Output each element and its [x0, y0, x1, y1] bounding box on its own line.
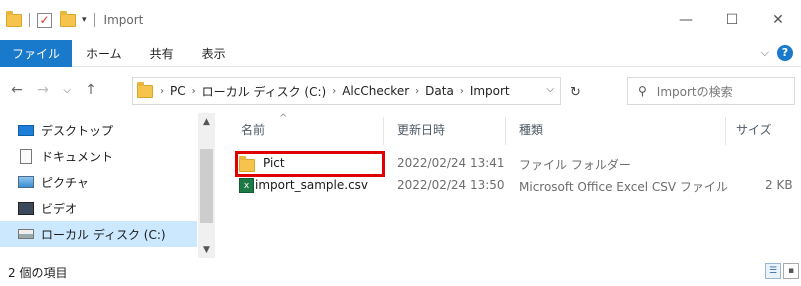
search-box[interactable]: ⚲ Importの検索	[627, 77, 795, 105]
file-list: ^ 名前 更新日時 種類 サイズ Pict 2022/02/24 13:41 フ…	[215, 113, 801, 258]
refresh-icon[interactable]: ↻	[570, 85, 581, 100]
folder-icon	[137, 81, 153, 98]
help-icon[interactable]: ?	[777, 45, 793, 61]
column-header-name[interactable]: 名前	[241, 121, 265, 138]
sidebar-item-local-disk[interactable]: ローカル ディスク (C:)	[0, 221, 197, 247]
navigation-row: ← → ⌵ ↑ › PC › ローカル ディスク (C:) › AlcCheck…	[0, 67, 801, 113]
folder-icon	[6, 10, 22, 27]
expand-ribbon-chevron-icon[interactable]: ⌵	[761, 46, 769, 60]
file-modified: 2022/02/24 13:50	[397, 178, 505, 192]
sidebar-item-desktop[interactable]: デスクトップ	[0, 117, 197, 143]
navigation-scrollbar[interactable]: ▲ ▼	[198, 113, 215, 258]
chevron-right-icon[interactable]: ›	[460, 86, 464, 97]
address-bar[interactable]: › PC › ローカル ディスク (C:) › AlcChecker › Dat…	[132, 77, 561, 105]
sort-ascending-icon: ^	[279, 113, 288, 124]
file-modified: 2022/02/24 13:41	[397, 156, 505, 170]
ribbon-menu: ファイル ホーム 共有 表示 ⌵ ?	[0, 39, 801, 67]
window-controls: — ☐ ✕	[663, 0, 801, 40]
column-header-modified[interactable]: 更新日時	[397, 121, 445, 138]
breadcrumb-import[interactable]: Import	[470, 84, 510, 98]
file-type: ファイル フォルダー	[519, 158, 631, 172]
excel-csv-icon: x	[239, 178, 254, 193]
navigation-pane: デスクトップ ドキュメント ピクチャ ビデオ ローカル ディスク (C:) ▲ …	[0, 113, 215, 258]
maximize-button[interactable]: ☐	[709, 0, 755, 40]
desktop-icon	[18, 124, 34, 136]
title-bar: ✓ ▾ Import — ☐ ✕	[0, 0, 801, 40]
sidebar-item-label: ドキュメント	[41, 149, 114, 164]
ribbon-right-controls: ⌵ ?	[761, 45, 793, 61]
close-button[interactable]: ✕	[755, 0, 801, 40]
search-placeholder: Importの検索	[656, 84, 733, 99]
video-icon	[18, 201, 34, 215]
breadcrumb-data[interactable]: Data	[425, 84, 454, 98]
divider	[93, 13, 95, 27]
details-view-icon[interactable]: ☰	[765, 263, 781, 279]
scroll-up-icon[interactable]: ▲	[198, 117, 215, 127]
customize-toolbar-dropdown-icon[interactable]: ▾	[82, 15, 87, 25]
status-bar: 2 個の項目 ☰ ▪	[0, 258, 801, 286]
breadcrumb-local-disk[interactable]: ローカル ディスク (C:)	[202, 83, 327, 100]
column-divider[interactable]	[505, 117, 506, 145]
scrollbar-thumb[interactable]	[200, 149, 213, 223]
sidebar-item-videos[interactable]: ビデオ	[0, 195, 197, 221]
sidebar-item-label: デスクトップ	[41, 123, 114, 138]
sidebar-item-label: ローカル ディスク (C:)	[41, 227, 166, 242]
address-dropdown-icon[interactable]: ⌵	[546, 84, 554, 95]
column-header-type[interactable]: 種類	[519, 121, 543, 138]
sidebar-item-pictures[interactable]: ピクチャ	[0, 169, 197, 195]
column-header-size[interactable]: サイズ	[736, 121, 772, 138]
divider	[29, 13, 30, 27]
new-folder-icon[interactable]	[60, 10, 76, 27]
minimize-button[interactable]: —	[663, 0, 709, 40]
sidebar-item-documents[interactable]: ドキュメント	[0, 143, 197, 169]
file-size: 2 KB	[765, 178, 793, 192]
large-icons-view-icon[interactable]: ▪	[783, 263, 799, 279]
pictures-icon	[18, 176, 34, 188]
scroll-down-icon[interactable]: ▼	[198, 245, 215, 255]
tab-view[interactable]: 表示	[188, 45, 240, 62]
drive-icon	[18, 229, 34, 239]
chevron-right-icon[interactable]: ›	[332, 86, 336, 97]
view-switcher: ☰ ▪	[765, 263, 799, 279]
column-divider[interactable]	[725, 117, 726, 145]
window-title: Import	[103, 13, 144, 27]
properties-check-icon[interactable]: ✓	[37, 12, 52, 28]
back-arrow-icon[interactable]: ←	[6, 82, 28, 98]
forward-arrow-icon[interactable]: →	[32, 82, 54, 98]
chevron-right-icon[interactable]: ›	[415, 86, 419, 97]
column-divider[interactable]	[383, 117, 384, 145]
annotation-highlight-box	[235, 151, 385, 177]
item-count: 2 個の項目	[8, 265, 68, 280]
chevron-right-icon[interactable]: ›	[160, 86, 164, 97]
sidebar-item-label: ビデオ	[41, 201, 78, 216]
breadcrumb-pc[interactable]: PC	[170, 84, 186, 98]
tab-share[interactable]: 共有	[136, 45, 188, 62]
chevron-right-icon[interactable]: ›	[192, 86, 196, 97]
sidebar-item-label: ピクチャ	[41, 175, 89, 190]
document-icon	[20, 148, 32, 164]
search-icon: ⚲	[638, 84, 647, 98]
table-row[interactable]: x import_sample.csv 2022/02/24 13:50 Mic…	[235, 175, 801, 197]
up-arrow-icon[interactable]: ↑	[80, 82, 102, 98]
file-name[interactable]: import_sample.csv	[255, 178, 368, 192]
file-type: Microsoft Office Excel CSV ファイル	[519, 180, 728, 194]
recent-locations-chevron-icon[interactable]: ⌵	[56, 85, 78, 96]
quick-access-toolbar: ✓ ▾	[6, 10, 98, 28]
tab-home[interactable]: ホーム	[72, 45, 136, 62]
tab-file[interactable]: ファイル	[0, 39, 73, 67]
breadcrumb-alcchecker[interactable]: AlcChecker	[342, 84, 409, 98]
